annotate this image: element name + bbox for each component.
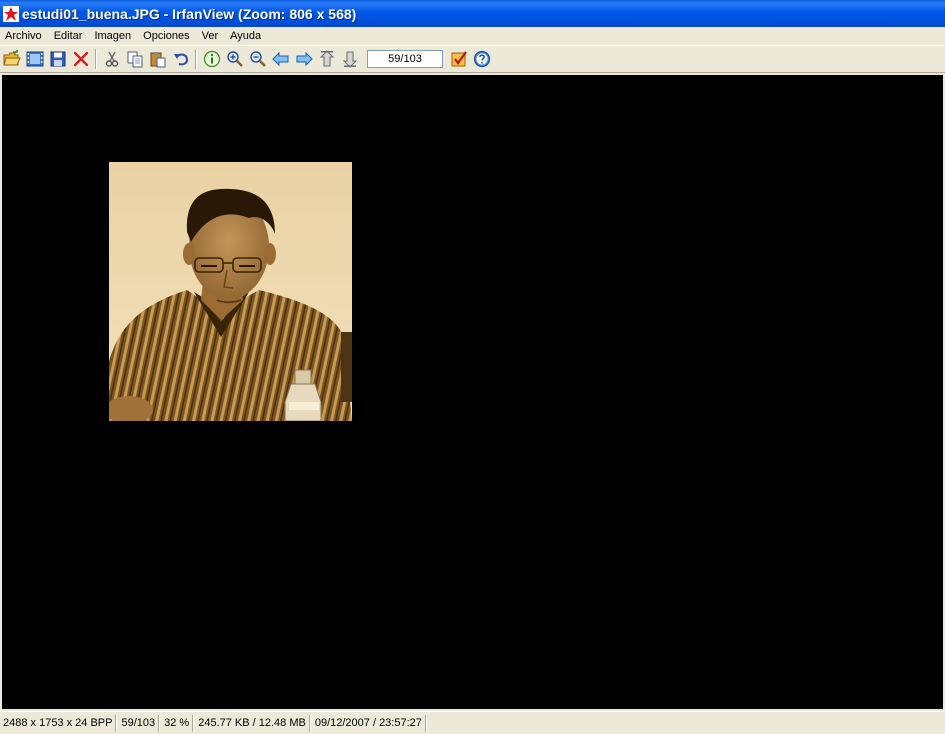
last-page-button[interactable] [338, 48, 361, 70]
undo-icon [173, 53, 188, 66]
toolbar: 59/103 [0, 45, 945, 73]
zoom-out-icon [249, 51, 266, 67]
undo-button[interactable] [169, 48, 192, 70]
status-bar: 2488 x 1753 x 24 BPP 59/103 32 % 245.77 … [0, 711, 945, 734]
paste-button[interactable] [146, 48, 169, 70]
cut-button[interactable] [100, 48, 123, 70]
paste-icon [150, 52, 165, 68]
menu-ayuda[interactable]: Ayuda [224, 27, 267, 45]
next-arrow-icon [296, 51, 313, 67]
zoom-out-button[interactable] [246, 48, 269, 70]
window-title: estudi01_buena.JPG - IrfanView (Zoom: 80… [22, 5, 357, 22]
irfanview-app-icon [3, 5, 19, 22]
menu-imagen[interactable]: Imagen [88, 27, 137, 45]
sepia-portrait-image [109, 162, 352, 421]
menu-archivo[interactable]: Archivo [0, 27, 48, 45]
menu-editar[interactable]: Editar [48, 27, 89, 45]
toolbar-separator [195, 49, 197, 69]
info-button[interactable] [200, 48, 223, 70]
delete-button[interactable] [69, 48, 92, 70]
properties-checkbox-icon [451, 51, 467, 67]
displayed-photo [109, 162, 352, 421]
delete-icon [73, 51, 88, 67]
status-page: 59/103 [118, 714, 160, 732]
open-button[interactable] [0, 48, 23, 70]
last-page-icon [342, 51, 357, 68]
properties-button[interactable] [447, 48, 470, 70]
menu-opciones[interactable]: Opciones [137, 27, 195, 45]
status-filesize: 245.77 KB / 12.48 MB [195, 714, 310, 732]
menu-bar: Archivo Editar Imagen Opciones Ver Ayuda [0, 27, 945, 45]
slideshow-button[interactable] [23, 48, 46, 70]
first-page-button[interactable] [315, 48, 338, 70]
info-icon [203, 50, 220, 68]
status-zoom: 32 % [161, 714, 194, 732]
help-button[interactable] [470, 48, 493, 70]
next-button[interactable] [292, 48, 315, 70]
menu-ver[interactable]: Ver [196, 27, 225, 45]
title-bar[interactable]: estudi01_buena.JPG - IrfanView (Zoom: 80… [0, 0, 945, 27]
toolbar-separator [95, 49, 97, 69]
previous-button[interactable] [269, 48, 292, 70]
open-folder-icon [2, 50, 21, 66]
save-button[interactable] [46, 48, 69, 70]
previous-arrow-icon [271, 51, 288, 67]
status-dimensions: 2488 x 1753 x 24 BPP [0, 714, 117, 732]
slideshow-icon [26, 51, 43, 67]
save-icon [50, 51, 65, 67]
first-page-icon [319, 50, 334, 67]
help-icon [473, 50, 490, 68]
cut-icon [105, 51, 118, 67]
image-viewport[interactable] [2, 75, 943, 709]
status-datetime: 09/12/2007 / 23:57:27 [312, 714, 426, 732]
zoom-in-icon [226, 51, 243, 67]
copy-icon [127, 51, 142, 68]
page-indicator-field[interactable]: 59/103 [367, 50, 443, 68]
zoom-in-button[interactable] [223, 48, 246, 70]
copy-button[interactable] [123, 48, 146, 70]
